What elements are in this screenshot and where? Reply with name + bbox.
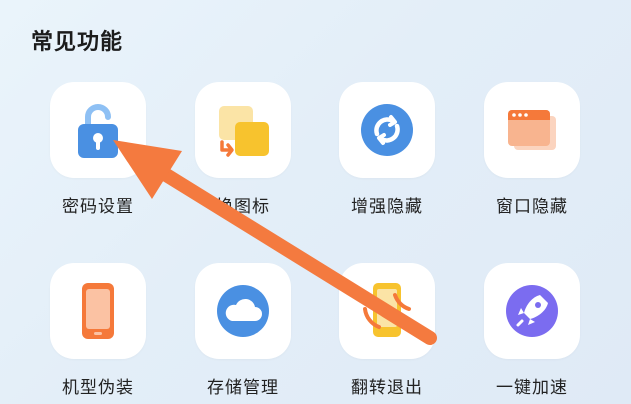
phone-disguise-icon	[66, 279, 130, 343]
window-hide-icon	[500, 98, 564, 162]
feature-label: 增强隐藏	[351, 197, 423, 217]
feature-label: 一键加速	[496, 378, 568, 398]
enhanced-hide-icon	[355, 98, 419, 162]
feature-label: 换图标	[216, 197, 270, 217]
flip-exit-icon	[355, 279, 419, 343]
feature-label: 存储管理	[207, 378, 279, 398]
unlocked-padlock-icon	[66, 98, 130, 162]
feature-label: 窗口隐藏	[496, 197, 568, 217]
feature-label: 翻转退出	[351, 378, 423, 398]
feature-enhanced-hide[interactable]	[339, 82, 435, 178]
feature-label: 机型伪装	[62, 378, 134, 398]
feature-password-settings[interactable]	[50, 82, 146, 178]
swap-icon	[211, 98, 275, 162]
feature-window-hide[interactable]	[484, 82, 580, 178]
feature-device-disguise[interactable]	[50, 263, 146, 359]
feature-one-click-boost[interactable]	[484, 263, 580, 359]
feature-change-icon[interactable]	[195, 82, 291, 178]
feature-label: 密码设置	[62, 197, 134, 217]
feature-flip-exit[interactable]	[339, 263, 435, 359]
feature-storage-management[interactable]	[195, 263, 291, 359]
cloud-storage-icon	[211, 279, 275, 343]
rocket-icon	[500, 279, 564, 343]
section-title: 常见功能	[31, 30, 124, 55]
